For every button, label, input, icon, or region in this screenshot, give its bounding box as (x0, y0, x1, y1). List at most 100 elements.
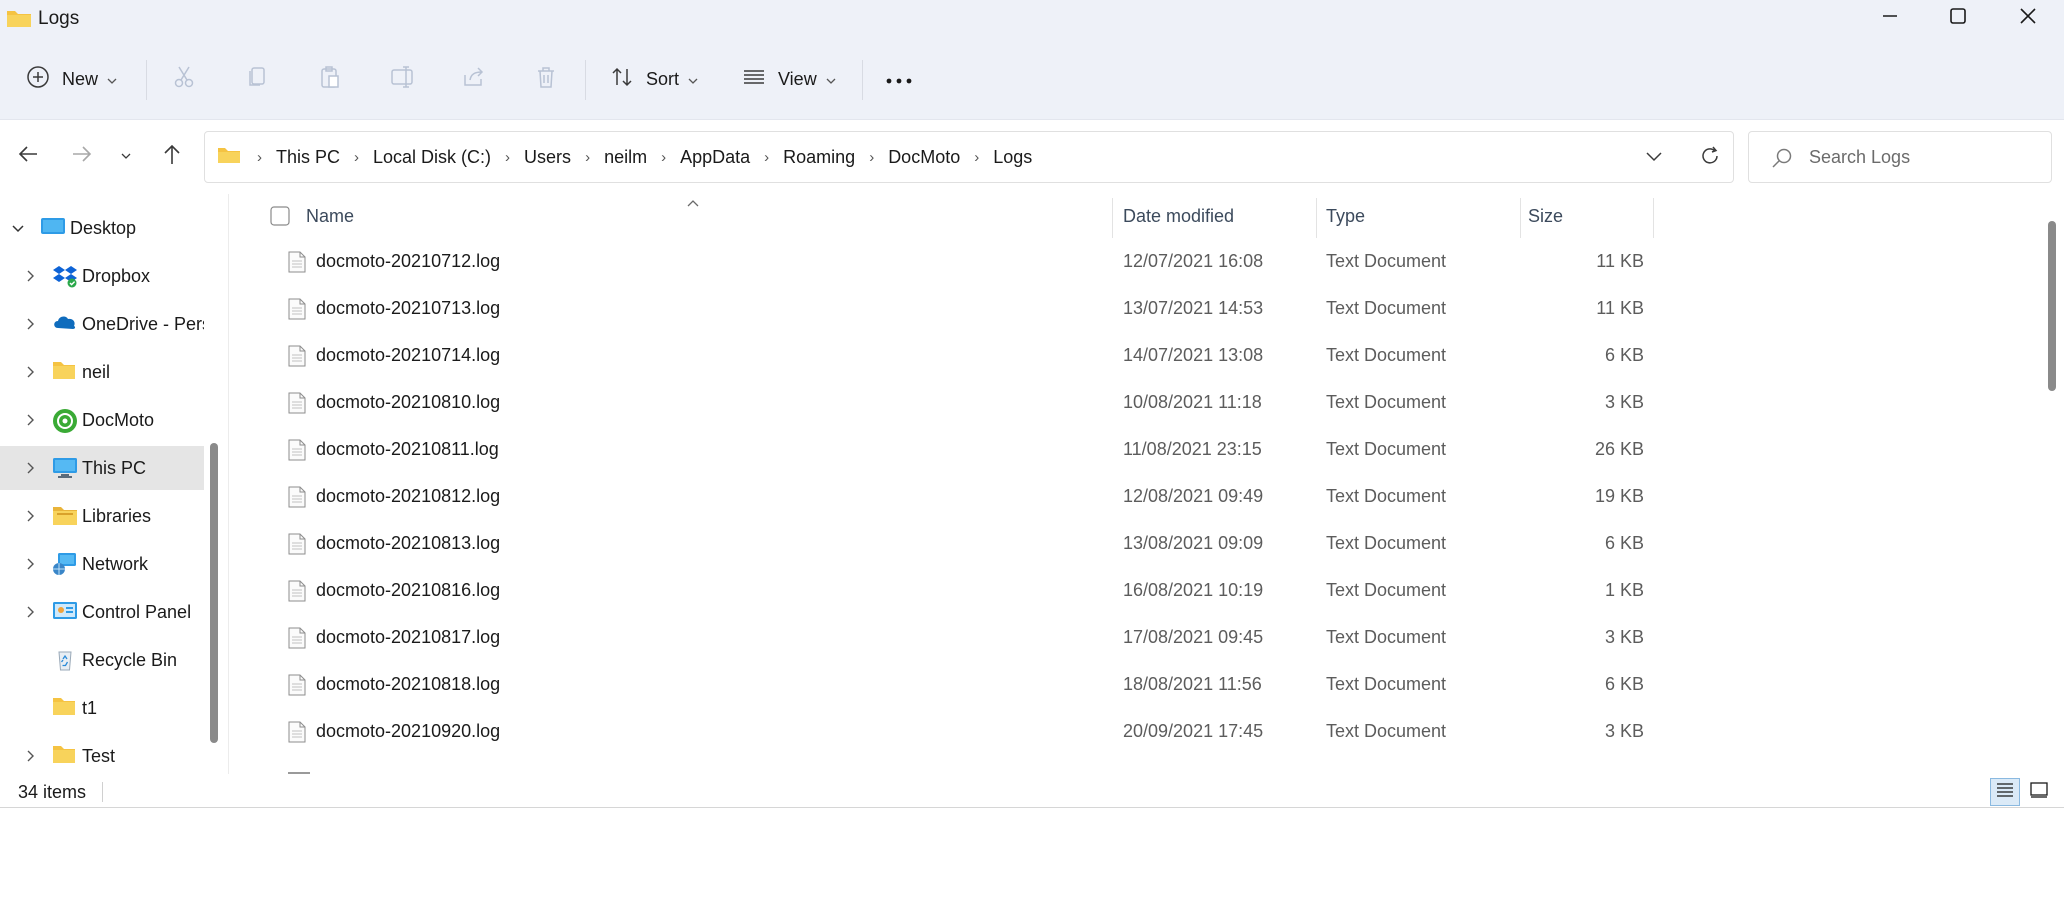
file-row[interactable]: docmoto-20210813.log 13/08/2021 09:09 Text… (232, 520, 1652, 567)
folder-icon (52, 360, 78, 384)
breadcrumb-users[interactable]: Users (520, 147, 575, 168)
breadcrumb-separator-icon[interactable]: › (575, 149, 600, 166)
chevron-right-icon[interactable] (21, 315, 39, 333)
nav-item-label: Libraries (82, 506, 152, 526)
new-button[interactable]: New (26, 58, 118, 100)
breadcrumb-appdata[interactable]: AppData (676, 147, 754, 168)
nav-item-docmoto[interactable]: DocMoto (0, 398, 204, 442)
pane-divider[interactable] (228, 194, 229, 774)
file-name: docmoto-20210810.log (316, 392, 501, 412)
nav-item-test[interactable]: Test (0, 734, 204, 774)
forward-button[interactable] (64, 138, 100, 174)
recycle-bin-icon (52, 648, 78, 672)
nav-item-dropbox[interactable]: Dropbox (0, 254, 204, 298)
back-button[interactable] (10, 138, 46, 174)
copy-button[interactable] (245, 58, 269, 100)
nav-item-network[interactable]: Network (0, 542, 204, 586)
chevron-right-icon[interactable] (21, 747, 39, 765)
chevron-right-icon[interactable] (21, 555, 39, 573)
column-separator[interactable] (1653, 198, 1654, 238)
file-row[interactable]: docmoto-20210920.log 20/09/2021 17:45 Text… (232, 708, 1652, 755)
refresh-icon[interactable] (1699, 145, 1721, 172)
chevron-right-icon[interactable] (21, 411, 39, 429)
breadcrumb-separator-icon[interactable]: › (754, 149, 779, 166)
chevron-right-icon[interactable] (21, 507, 39, 525)
close-button[interactable] (1992, 0, 2064, 36)
file-list-scrollbar-thumb[interactable] (2048, 221, 2056, 391)
file-name: docmoto-20210920.log (316, 721, 501, 741)
breadcrumb-separator-icon[interactable]: › (859, 149, 884, 166)
select-all-checkbox[interactable] (270, 206, 290, 231)
text-document-icon (288, 345, 306, 372)
rename-button[interactable] (390, 58, 416, 100)
file-size: 6 KB (1604, 533, 1644, 553)
breadcrumb-separator-icon[interactable]: › (651, 149, 676, 166)
cut-button[interactable] (172, 58, 196, 100)
breadcrumb-docmoto[interactable]: DocMoto (884, 147, 964, 168)
chevron-right-icon[interactable] (21, 363, 39, 381)
file-row[interactable]: docmoto-20210818.log 18/08/2021 11:56 Text… (232, 661, 1652, 708)
breadcrumb-separator-icon[interactable]: › (495, 149, 520, 166)
chevron-right-icon[interactable] (21, 267, 39, 285)
column-header-size[interactable]: Size (1528, 194, 1648, 238)
paste-button[interactable] (318, 58, 342, 100)
column-header-type[interactable]: Type (1326, 194, 1516, 238)
breadcrumb-logs[interactable]: Logs (989, 147, 1036, 168)
share-button[interactable] (462, 58, 486, 100)
file-explorer-window: Logs New Sort View › This PC › Local Dis… (0, 0, 2064, 808)
file-row[interactable]: docmoto-20210816.log 16/08/2021 10:19 Text… (232, 567, 1652, 614)
breadcrumb-separator-icon[interactable]: › (964, 149, 989, 166)
view-button[interactable]: View (742, 58, 837, 100)
file-row[interactable]: docmoto-20210812.log 12/08/2021 09:49 Text… (232, 473, 1652, 520)
details-view-icon (1996, 782, 2014, 803)
address-bar[interactable]: › This PC › Local Disk (C:) › Users › ne… (204, 131, 1734, 183)
status-bar: 34 items (0, 774, 2064, 807)
recent-locations-button[interactable] (108, 138, 144, 174)
nav-item-desktop[interactable]: Desktop (0, 206, 204, 250)
nav-item-onedrive-pers[interactable]: OneDrive - Pers (0, 302, 204, 346)
column-header-name[interactable]: Name (306, 194, 1206, 238)
column-separator[interactable] (1316, 198, 1317, 238)
nav-item-label: t1 (82, 698, 98, 718)
breadcrumb-separator-icon[interactable]: › (344, 149, 369, 166)
file-row[interactable]: docmoto-20210714.log 14/07/2021 13:08 Text… (232, 332, 1652, 379)
chevron-right-icon[interactable] (21, 459, 39, 477)
arrow-up-icon (162, 143, 182, 170)
column-date-label: Date modified (1123, 205, 1235, 226)
file-row[interactable]: docmoto-20210811.log 11/08/2021 23:15 Text… (232, 426, 1652, 473)
sort-button[interactable]: Sort (610, 58, 699, 100)
file-row[interactable]: docmoto-20210810.log 10/08/2021 11:18 Text… (232, 379, 1652, 426)
column-separator[interactable] (1520, 198, 1521, 238)
nav-item-control-panel[interactable]: Control Panel (0, 590, 204, 634)
more-button[interactable] (886, 58, 912, 100)
nav-item-libraries[interactable]: Libraries (0, 494, 204, 538)
address-history-chevron-icon[interactable] (1645, 150, 1663, 168)
column-separator[interactable] (1112, 198, 1113, 238)
breadcrumb-neilm[interactable]: neilm (600, 147, 651, 168)
nav-item-label: Recycle Bin (82, 650, 178, 670)
up-button[interactable] (154, 138, 190, 174)
breadcrumb-this-pc[interactable]: This PC (272, 147, 344, 168)
file-list-scrollbar[interactable] (2042, 194, 2064, 774)
title-bar[interactable]: Logs (0, 0, 2064, 38)
column-header-date[interactable]: Date modified (1123, 194, 1323, 238)
delete-button[interactable] (534, 58, 558, 100)
breadcrumb-local-disk[interactable]: Local Disk (C:) (369, 147, 495, 168)
file-row[interactable]: docmoto-20210712.log 12/07/2021 16:08 Text… (232, 238, 1652, 285)
tiles-view-button[interactable] (2024, 778, 2054, 806)
search-box[interactable]: Search Logs (1748, 131, 2052, 183)
nav-item-neil[interactable]: neil (0, 350, 204, 394)
file-name: docmoto-20210811.log (316, 439, 499, 459)
chevron-down-icon[interactable] (9, 219, 27, 237)
breadcrumb-roaming[interactable]: Roaming (779, 147, 859, 168)
chevron-right-icon[interactable] (21, 603, 39, 621)
navigation-scrollbar-thumb[interactable] (210, 443, 218, 743)
nav-item-t1[interactable]: t1 (0, 686, 204, 730)
file-row[interactable]: docmoto-20210817.log 17/08/2021 09:45 Text… (232, 614, 1652, 661)
nav-item-this-pc[interactable]: This PC (0, 446, 204, 490)
maximize-button[interactable] (1922, 0, 1994, 36)
file-row[interactable]: docmoto-20210713.log 13/07/2021 14:53 Text… (232, 285, 1652, 332)
nav-item-recycle-bin[interactable]: Recycle Bin (0, 638, 204, 682)
minimize-button[interactable] (1854, 0, 1926, 36)
details-view-button[interactable] (1990, 778, 2020, 806)
